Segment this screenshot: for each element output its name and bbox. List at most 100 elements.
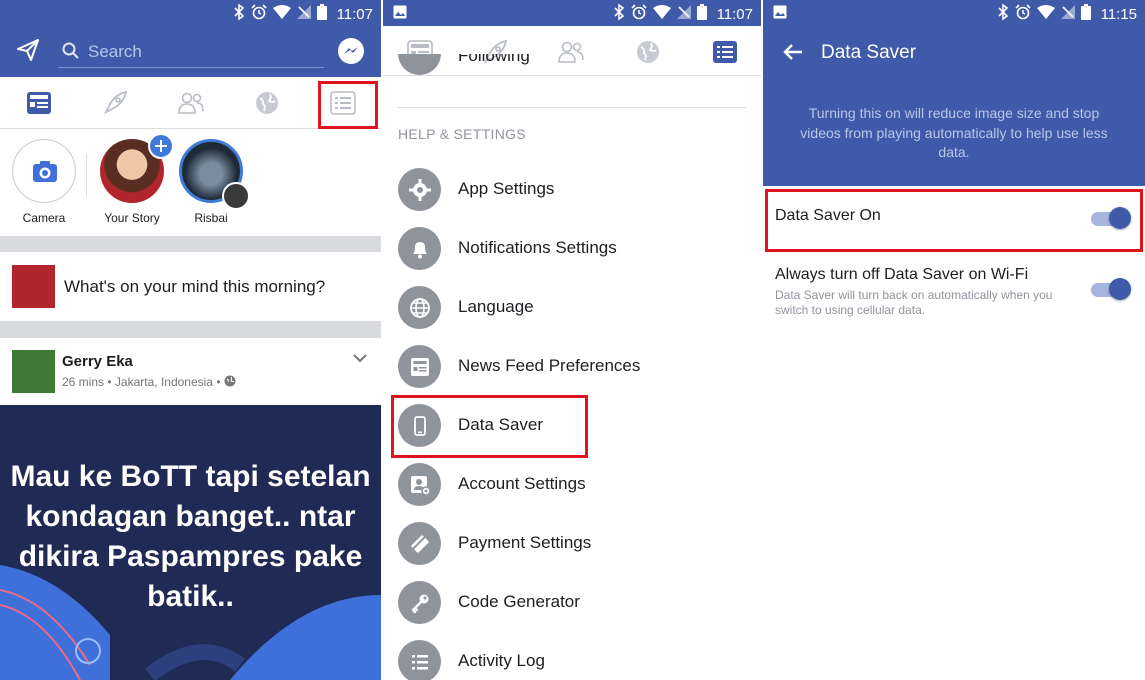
feed-gap <box>0 236 381 252</box>
story-label: Your Story <box>104 211 160 225</box>
story-separator <box>86 153 87 197</box>
status-bar: 11:07 <box>0 0 381 26</box>
bell-icon <box>398 227 441 270</box>
no-signal-icon <box>296 5 311 23</box>
status-bar: 11:07 <box>383 0 761 26</box>
banner-text: Mau ke BoTT tapi setelan kondagan banget… <box>10 460 371 613</box>
status-time: 11:07 <box>716 5 753 23</box>
image-notification-icon <box>393 5 407 24</box>
composer-prompt: What's on your mind this morning? <box>64 277 326 296</box>
option-wifi-data-saver-off[interactable]: Always turn off Data Saver on Wi-Fi Data… <box>763 258 1145 328</box>
post-location: Jakarta, Indonesia <box>114 375 213 389</box>
menu-item-label: Activity Log <box>458 651 545 670</box>
menu-item-notifications[interactable]: Notifications Settings <box>398 223 748 273</box>
risbai-avatar <box>179 139 250 210</box>
status-bar: 11:15 <box>763 0 1145 26</box>
back-arrow-icon[interactable] <box>783 43 803 66</box>
wifi-toggle[interactable] <box>1091 278 1131 300</box>
status-time: 11:07 <box>336 5 373 23</box>
menu-item-label: App Settings <box>458 179 555 198</box>
toggle-knob <box>1109 278 1131 300</box>
page-title: Data Saver <box>821 42 917 63</box>
post-time: 26 mins <box>62 375 105 389</box>
news-feed-screen: 11:07 Search Camera Your Story Risbai Wh… <box>0 0 381 680</box>
menu-item-label: Notifications Settings <box>458 238 617 257</box>
tab-news-feed[interactable] <box>24 89 54 117</box>
send-icon[interactable] <box>16 38 40 67</box>
rocket-icon <box>103 90 128 115</box>
your-story-avatar <box>100 133 174 203</box>
menu-item-code-generator[interactable]: Code Generator <box>398 577 748 627</box>
menu-item-label: Language <box>458 297 534 316</box>
option-title: Always turn off Data Saver on Wi-Fi <box>775 266 1029 283</box>
menu-item-app-settings[interactable]: App Settings <box>398 164 748 214</box>
menu-item-language[interactable]: Language <box>398 282 748 332</box>
wifi-icon <box>652 5 671 23</box>
menu-item-label: Payment Settings <box>458 533 592 552</box>
menu-item-label: Code Generator <box>458 592 580 611</box>
following-icon <box>398 54 441 75</box>
battery-icon <box>316 4 327 24</box>
menu-item-following[interactable]: Following <box>398 54 748 76</box>
chevron-down-icon[interactable] <box>353 350 367 368</box>
meta-separator: • <box>216 375 221 389</box>
status-time: 11:15 <box>1100 5 1137 23</box>
data-saver-highlight <box>391 395 588 458</box>
key-icon <box>398 581 441 624</box>
story-your-story[interactable]: Your Story <box>94 133 174 225</box>
account-settings-icon <box>398 463 441 506</box>
menu-screen: 11:07 Following HELP & SETTINGS App Sett… <box>383 0 761 680</box>
battery-icon <box>1080 4 1091 24</box>
post-author[interactable]: Gerry Eka <box>62 353 133 370</box>
option-subtitle: Data Saver will turn back on automatical… <box>775 288 1053 317</box>
avatar <box>12 265 55 308</box>
data-saver-header: Data Saver Turning this on will reduce i… <box>763 26 1145 186</box>
tab-globe[interactable] <box>252 89 282 117</box>
menu-item-label: Account Settings <box>458 474 586 493</box>
menu-item-account-settings[interactable]: Account Settings <box>398 459 748 509</box>
story-label: Camera <box>22 211 66 225</box>
payment-icon <box>398 522 441 565</box>
menu-item-activity-log[interactable]: Activity Log <box>398 636 748 680</box>
story-risbai[interactable]: Risbai <box>173 139 250 225</box>
menu-item-payment-settings[interactable]: Payment Settings <box>398 518 748 568</box>
search-input[interactable]: Search <box>58 36 324 68</box>
top-bar: Search <box>0 26 381 77</box>
bluetooth-icon <box>233 3 245 24</box>
story-camera[interactable]: Camera <box>6 139 82 225</box>
status-composer[interactable]: What's on your mind this morning? <box>0 252 381 321</box>
data-saver-screen: 11:15 Data Saver Turning this on will re… <box>763 0 1145 680</box>
list-icon <box>398 640 441 680</box>
camera-circle <box>12 139 76 203</box>
tab-friends[interactable] <box>176 89 206 117</box>
meta-separator: • <box>107 375 112 389</box>
battery-icon <box>696 4 707 24</box>
search-placeholder: Search <box>88 42 142 61</box>
screenshot-composite: 11:07 Search Camera Your Story Risbai Wh… <box>0 0 1145 680</box>
wifi-icon <box>1036 5 1055 23</box>
camera-icon <box>33 161 57 182</box>
post-banner: Mau ke BoTT tapi setelan kondagan banget… <box>0 405 381 680</box>
avatar[interactable] <box>12 350 55 393</box>
small-avatar <box>222 182 250 210</box>
section-header: HELP & SETTINGS <box>398 126 526 142</box>
newsfeed-icon <box>398 345 441 388</box>
menu-item-news-feed-preferences[interactable]: News Feed Preferences <box>398 341 748 391</box>
feed-gap <box>0 321 381 338</box>
add-story-icon <box>148 133 174 159</box>
search-icon <box>62 42 80 65</box>
menu-item-label: Following <box>458 54 530 65</box>
alarm-icon <box>250 4 267 24</box>
no-signal-icon <box>1060 5 1075 23</box>
stories-tray: Camera Your Story Risbai <box>0 129 381 236</box>
section-divider <box>398 107 746 108</box>
alarm-icon <box>1014 4 1031 24</box>
globe-icon <box>398 286 441 329</box>
alarm-icon <box>630 4 647 24</box>
bluetooth-icon <box>613 3 625 24</box>
menu-item-label: News Feed Preferences <box>458 356 641 375</box>
tab-rocket[interactable] <box>100 89 130 117</box>
messenger-icon[interactable] <box>337 37 365 70</box>
friends-icon <box>178 92 204 114</box>
data-saver-description: Turning this on will reduce image size a… <box>800 105 1108 160</box>
